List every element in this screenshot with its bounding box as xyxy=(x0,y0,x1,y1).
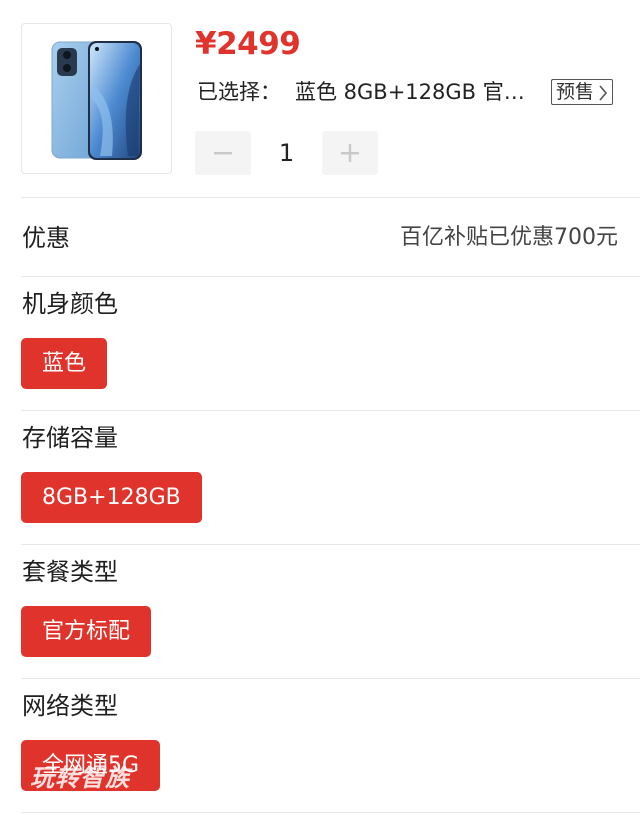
option-chip-selected[interactable]: 官方标配 xyxy=(21,606,152,657)
divider xyxy=(21,812,640,813)
selected-spec-row[interactable]: 已选择： 蓝色 8GB+128GB 官方… 预售 xyxy=(197,76,617,108)
phone-image xyxy=(51,41,142,160)
option-chip-selected[interactable]: 8GB+128GB xyxy=(21,472,202,523)
group-title: 套餐类型 xyxy=(22,558,118,586)
group-title: 网络类型 xyxy=(22,692,118,720)
selected-label: 已选择： xyxy=(197,80,281,104)
group-title: 机身颜色 xyxy=(22,290,118,318)
option-chip-selected[interactable]: 蓝色 xyxy=(21,338,108,389)
discount-value: 百亿补贴已优惠700元 xyxy=(400,225,618,250)
price: ¥2499 xyxy=(195,26,301,62)
divider xyxy=(21,197,640,198)
divider xyxy=(21,678,640,679)
selected-value: 蓝色 8GB+128GB 官方… xyxy=(295,80,545,104)
divider xyxy=(21,276,640,277)
plus-icon xyxy=(341,144,359,162)
chevron-right-icon xyxy=(599,85,608,101)
minus-icon xyxy=(214,152,232,155)
divider xyxy=(21,544,640,545)
divider xyxy=(21,410,640,411)
presale-badge-label: 预售 xyxy=(556,81,595,103)
product-thumbnail[interactable] xyxy=(21,23,172,174)
group-title: 存储容量 xyxy=(22,424,118,452)
product-summary: ¥2499 已选择： 蓝色 8GB+128GB 官方… 预售 1 xyxy=(0,0,640,197)
discount-label: 优惠 xyxy=(22,224,70,252)
option-chip-selected[interactable]: 全网通5G xyxy=(21,740,161,791)
quantity-increment-button[interactable] xyxy=(322,131,378,175)
quantity-value[interactable]: 1 xyxy=(251,131,322,175)
presale-badge[interactable]: 预售 xyxy=(551,79,614,105)
quantity-decrement-button[interactable] xyxy=(195,131,251,175)
